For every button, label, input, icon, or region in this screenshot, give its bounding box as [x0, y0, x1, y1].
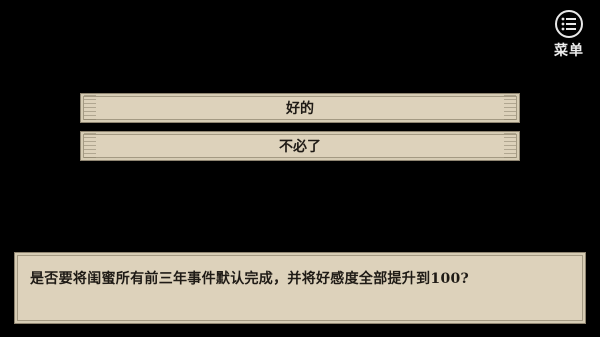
menu-label: 菜单: [554, 43, 584, 59]
choice-option-yes[interactable]: 好的: [80, 93, 520, 123]
ornament-left: [84, 95, 96, 121]
dialog-text: 是否要将闺蜜所有前三年事件默认完成，并将好感度全部提升到100?: [30, 271, 470, 287]
menu-list-icon: [555, 10, 583, 38]
ornament-left: [84, 133, 96, 159]
ornament-right: [504, 95, 516, 121]
choice-label: 好的: [286, 101, 314, 117]
dialog-box: 是否要将闺蜜所有前三年事件默认完成，并将好感度全部提升到100?: [14, 252, 586, 324]
choice-label: 不必了: [279, 139, 321, 155]
choice-option-no[interactable]: 不必了: [80, 131, 520, 161]
ornament-right: [504, 133, 516, 159]
menu-button[interactable]: 菜单: [550, 10, 588, 60]
